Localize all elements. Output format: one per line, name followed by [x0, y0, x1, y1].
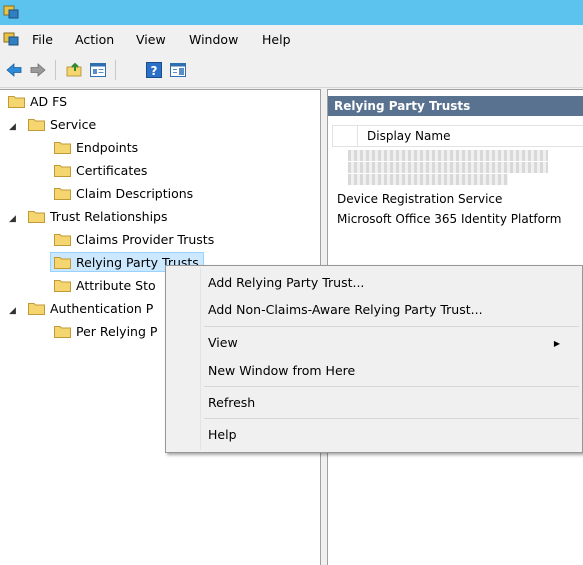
- tree-label: Per Relying P: [76, 324, 158, 339]
- tree-label: Attribute Sto: [76, 278, 156, 293]
- tree-label: AD FS: [30, 94, 68, 109]
- title-bar: [0, 0, 583, 25]
- folder-icon: [54, 234, 71, 246]
- menu-item-new-window[interactable]: New Window from Here: [208, 363, 355, 378]
- tree-label: Claim Descriptions: [76, 186, 194, 201]
- tree-node-trust-relationships[interactable]: Trust Relationships: [28, 207, 168, 227]
- folder-icon: [54, 280, 71, 292]
- context-menu: Add Relying Party Trust... Add Non-Claim…: [165, 265, 583, 453]
- menu-item-view[interactable]: View: [208, 335, 238, 350]
- column-header-label: Display Name: [367, 129, 451, 143]
- toolbar: ?: [0, 53, 583, 88]
- folder-icon: [28, 119, 45, 131]
- show-hide-tree-icon[interactable]: [89, 61, 107, 79]
- tree-label: Claims Provider Trusts: [76, 232, 215, 247]
- menu-item-help[interactable]: Help: [208, 427, 237, 442]
- tree-node-service[interactable]: Service: [28, 115, 96, 135]
- back-arrow-icon[interactable]: [5, 61, 23, 79]
- list-item[interactable]: Microsoft Office 365 Identity Platform: [337, 212, 561, 226]
- tree-node-claim-descriptions[interactable]: Claim Descriptions: [54, 184, 193, 204]
- tree-node-authentication-policies[interactable]: Authentication P: [28, 299, 153, 319]
- collapse-arrow-icon[interactable]: ◢: [9, 214, 16, 224]
- collapse-arrow-icon[interactable]: ◢: [9, 122, 16, 132]
- tree-node-per-relying-party[interactable]: Per Relying P: [54, 322, 157, 342]
- tree-node-certificates[interactable]: Certificates: [54, 161, 147, 181]
- mmc-app-icon: [3, 32, 19, 46]
- collapse-arrow-icon[interactable]: ◢: [9, 306, 16, 316]
- submenu-arrow-icon: ▶: [553, 339, 560, 348]
- folder-icon: [54, 257, 71, 269]
- help-icon[interactable]: ?: [145, 61, 163, 79]
- action-pane-icon[interactable]: [169, 61, 187, 79]
- folder-icon: [54, 188, 71, 200]
- menu-item-add-relying-party-trust[interactable]: Add Relying Party Trust...: [208, 275, 364, 290]
- tree-label: Endpoints: [76, 140, 139, 155]
- tree-label: Service: [50, 117, 97, 132]
- tree-node-claims-provider-trusts[interactable]: Claims Provider Trusts: [54, 230, 214, 250]
- tree-label: Trust Relationships: [50, 209, 168, 224]
- pane-title: Relying Party Trusts: [328, 96, 583, 116]
- svg-text:?: ?: [151, 64, 158, 78]
- redacted-row: [348, 174, 508, 185]
- forward-arrow-icon[interactable]: [29, 61, 47, 79]
- menu-item-add-non-claims-aware-trust[interactable]: Add Non-Claims-Aware Relying Party Trust…: [208, 302, 483, 317]
- folder-icon: [54, 142, 71, 154]
- redacted-row: [348, 150, 548, 161]
- menu-separator: [204, 326, 579, 327]
- column-header-display-name[interactable]: Display Name: [332, 125, 583, 147]
- folder-icon: [28, 303, 45, 315]
- menu-action[interactable]: Action: [75, 32, 114, 47]
- tree-node-attribute-stores[interactable]: Attribute Sto: [54, 276, 156, 296]
- menu-window[interactable]: Window: [189, 32, 238, 47]
- folder-icon: [54, 165, 71, 177]
- menu-view[interactable]: View: [136, 32, 166, 47]
- redacted-row: [348, 162, 548, 173]
- menu-bar: File Action View Window Help: [0, 25, 583, 53]
- menu-help[interactable]: Help: [262, 32, 291, 47]
- tree-node-adfs[interactable]: AD FS: [8, 92, 67, 112]
- folder-icon: [8, 96, 25, 108]
- tree-label: Certificates: [76, 163, 148, 178]
- menu-file[interactable]: File: [32, 32, 53, 47]
- menu-separator: [204, 386, 579, 387]
- menu-separator: [204, 418, 579, 419]
- folder-icon: [28, 211, 45, 223]
- toolbar-separator: [115, 60, 116, 80]
- toolbar-separator: [55, 60, 56, 80]
- tree-label: Authentication P: [50, 301, 154, 316]
- mmc-app-icon: [3, 5, 19, 19]
- up-folder-icon[interactable]: [65, 61, 83, 79]
- list-item[interactable]: Device Registration Service: [337, 192, 502, 206]
- tree-node-endpoints[interactable]: Endpoints: [54, 138, 138, 158]
- menu-item-refresh[interactable]: Refresh: [208, 395, 255, 410]
- folder-icon: [54, 326, 71, 338]
